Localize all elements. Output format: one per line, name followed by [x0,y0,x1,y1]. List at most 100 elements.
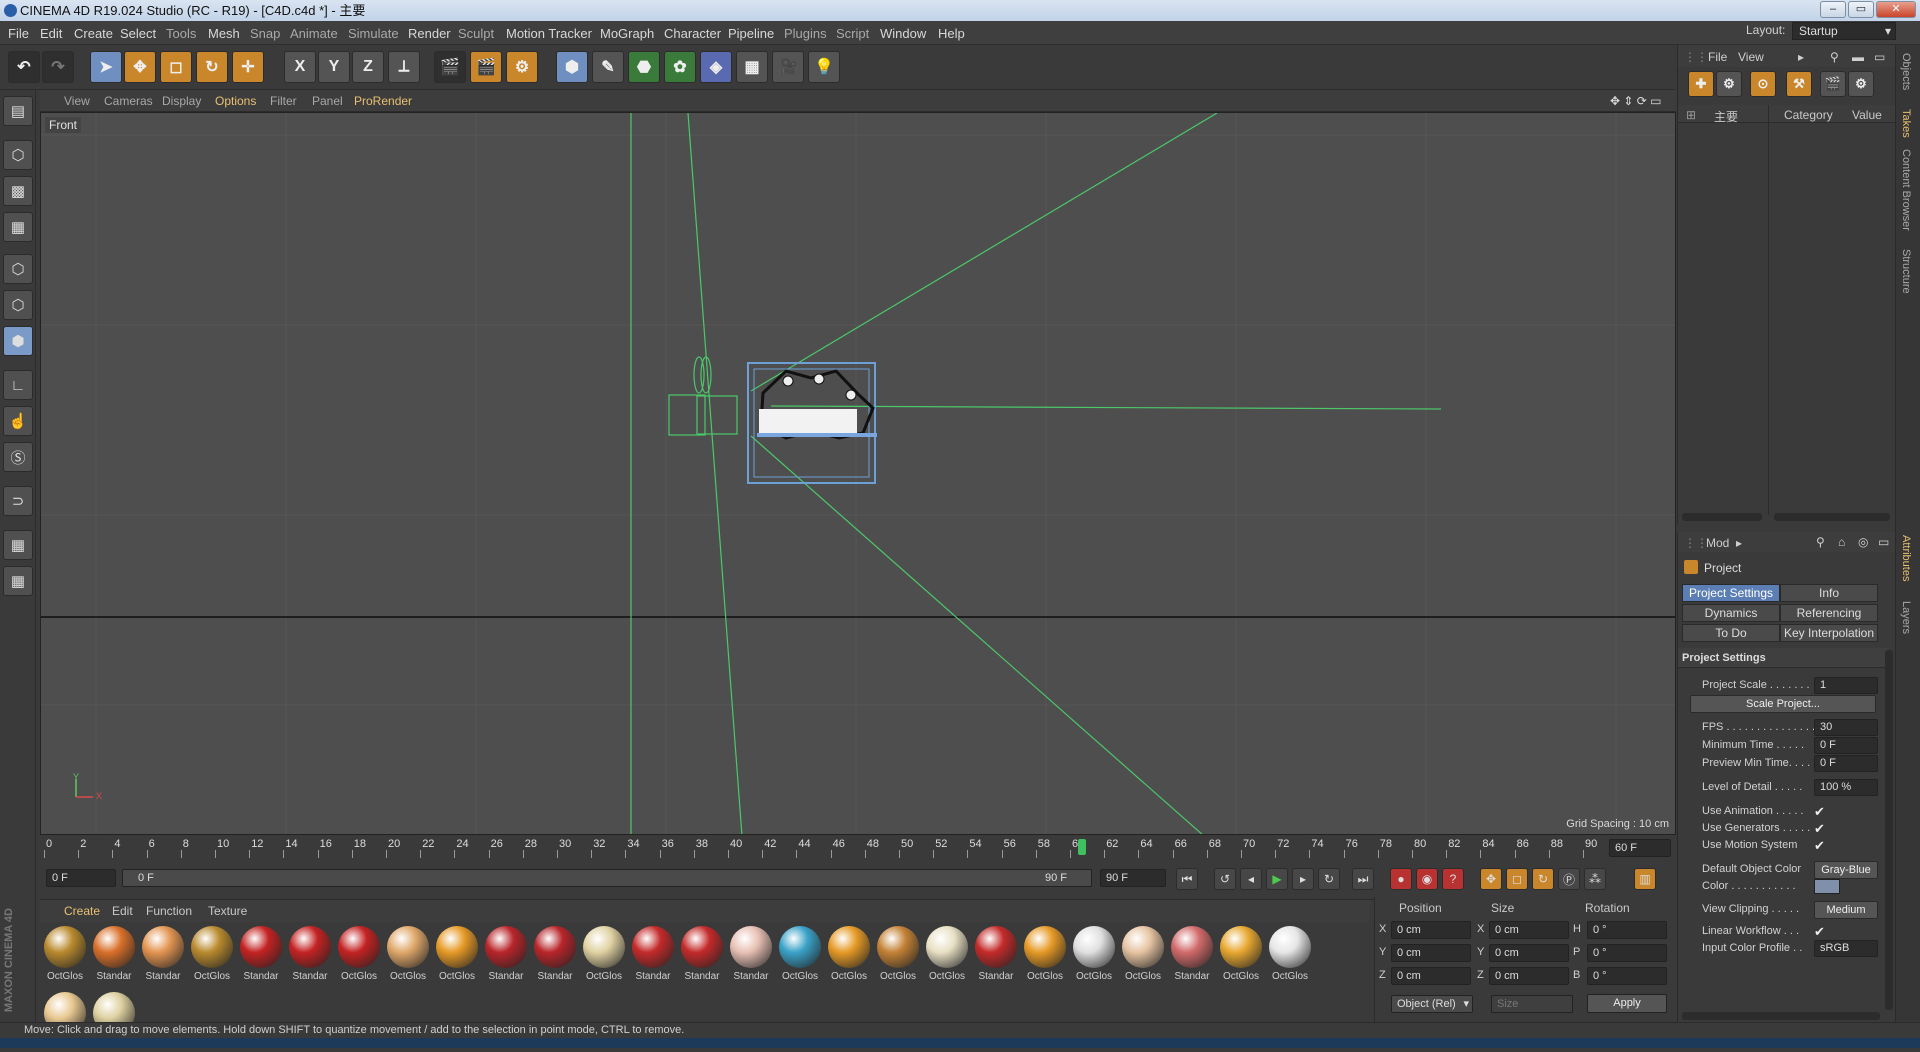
material-item[interactable]: OctGlos [581,926,627,986]
new-manager-icon[interactable]: ▭ [1878,535,1889,549]
menu-select[interactable]: Select [120,26,156,41]
start-frame-field[interactable]: 0 F [46,869,116,887]
take-options-icon[interactable]: ▭ [1874,50,1885,64]
polygons-mode-icon[interactable]: ⬢ [3,326,33,356]
material-item[interactable]: Standar [483,926,529,986]
scale-tool-icon[interactable]: ◻ [160,51,192,83]
material-item[interactable]: Standar [679,926,725,986]
previous-frame-icon[interactable]: ◂ [1240,868,1262,890]
current-frame-field[interactable]: 60 F [1609,839,1671,857]
material-item[interactable]: Standar [728,926,774,986]
menu-mograph[interactable]: MoGraph [600,26,654,41]
material-item[interactable]: Standar [1169,926,1215,986]
light-icon[interactable]: 💡 [808,51,840,83]
size-field[interactable]: 0 cm [1489,967,1569,985]
menu-render[interactable]: Render [408,26,451,41]
close-button[interactable]: ✕ [1876,1,1916,18]
layout-select[interactable]: Startup ▾ [1792,22,1896,40]
move-tool-icon[interactable]: ✥ [124,51,156,83]
move-cross-icon[interactable]: ✛ [232,51,264,83]
clone-take-icon[interactable]: ⚙ [1716,71,1742,97]
tweak-mode-icon[interactable]: ☝ [3,406,33,436]
viewport-menu-options[interactable]: Options [215,94,256,108]
add-take-icon[interactable]: ✚ [1688,71,1714,97]
menu-window[interactable]: Window [880,26,926,41]
target-icon[interactable]: ◎ [1858,535,1868,549]
make-editable-icon[interactable]: ▤ [3,96,33,126]
texture-mode-icon[interactable]: ▩ [3,176,33,206]
play-icon[interactable]: ▶ [1266,868,1288,890]
object-menu-view[interactable]: View [1738,50,1764,64]
playhead[interactable] [1078,839,1086,855]
menu-mesh[interactable]: Mesh [208,26,240,41]
viewport-menu-display[interactable]: Display [162,94,201,108]
maximize-button[interactable]: ▭ [1848,1,1874,18]
property-dropdown[interactable]: Medium [1814,901,1878,919]
expand-icon[interactable]: ⊞ [1686,108,1696,122]
material-item[interactable]: Standar [91,926,137,986]
material-item[interactable]: OctGlos [1022,926,1068,986]
new-take-icon[interactable]: ▬ [1852,50,1864,64]
lock-workplane-icon[interactable]: ▦ [3,530,33,560]
key-pla-icon[interactable]: ⁂ [1584,868,1606,890]
material-item[interactable]: OctGlos [826,926,872,986]
z-axis-lock-button[interactable]: Z [352,51,384,83]
key-parameter-icon[interactable]: Ⓟ [1558,868,1580,890]
model-mode-icon[interactable]: ⬡ [3,140,33,170]
attribute-mode-menu[interactable]: Mod [1706,536,1729,550]
menu-animate[interactable]: Animate [290,26,338,41]
points-mode-icon[interactable]: ⬡ [3,254,33,284]
side-tab-structure[interactable]: Structure [1900,249,1912,294]
cube-primitive-icon[interactable]: ⬢ [556,51,588,83]
property-value-field[interactable]: sRGB [1814,940,1878,957]
render-settings-icon[interactable]: ⚙ [506,51,538,83]
apply-button[interactable]: Apply [1587,994,1667,1013]
search-icon[interactable]: ⚲ [1816,535,1825,549]
material-item[interactable]: Standar [287,926,333,986]
camera-icon[interactable]: 🎥 [772,51,804,83]
material-item[interactable]: OctGlos [924,926,970,986]
position-field[interactable]: 0 cm [1391,967,1471,985]
undo-icon[interactable]: ↶ [8,51,40,83]
take-render-icon[interactable]: 🎬 [1820,71,1846,97]
material-item[interactable]: Standar [532,926,578,986]
workplane-rotate-icon[interactable]: ▦ [3,566,33,596]
menu-character[interactable]: Character [664,26,721,41]
tab-key-interpolation[interactable]: Key Interpolation [1780,624,1878,642]
tab-to-do[interactable]: To Do [1682,624,1780,642]
material-item[interactable]: Standar [973,926,1019,986]
key-position-icon[interactable]: ✥ [1480,868,1502,890]
size-field[interactable]: 0 cm [1489,944,1569,962]
tab-referencing[interactable]: Referencing [1780,604,1878,622]
cloner-icon[interactable]: ✿ [664,51,696,83]
menu-edit[interactable]: Edit [40,26,62,41]
record-active-icon[interactable]: ● [1390,868,1412,890]
autokey-icon[interactable]: ◉ [1416,868,1438,890]
menu-file[interactable]: File [8,26,29,41]
viewport-menu-prorender[interactable]: ProRender [354,94,412,108]
material-item[interactable]: OctGlos [385,926,431,986]
override-icon[interactable]: ⊙ [1750,71,1776,97]
rotation-field[interactable]: 0 ° [1587,921,1667,939]
material-menu-function[interactable]: Function [146,904,192,918]
axis-mode-icon[interactable]: ∟ [3,370,33,400]
render-picture-viewer-icon[interactable]: 🎬 [470,51,502,83]
go-to-start-icon[interactable]: ⏮ [1176,868,1198,890]
material-item[interactable]: OctGlos [189,926,235,986]
property-checkbox[interactable]: ✔ [1814,924,1825,940]
material-item[interactable]: Standar [140,926,186,986]
solo-icon[interactable]: Ⓢ [3,442,33,472]
floor-environment-icon[interactable]: ▦ [736,51,768,83]
next-key-icon[interactable]: ↻ [1318,868,1340,890]
menu-simulate[interactable]: Simulate [348,26,399,41]
property-checkbox[interactable]: ✔ [1814,804,1825,820]
material-item[interactable]: OctGlos [1267,926,1313,986]
scale-project-button[interactable]: Scale Project... [1690,695,1876,713]
render-view-icon[interactable]: 🎬 [434,51,466,83]
subdivision-icon[interactable]: ⬣ [628,51,660,83]
redo-icon[interactable]: ↷ [42,51,74,83]
next-frame-icon[interactable]: ▸ [1292,868,1314,890]
deformer-icon[interactable]: ◈ [700,51,732,83]
material-item[interactable]: OctGlos [42,926,88,986]
viewport-menu-cameras[interactable]: Cameras [104,94,153,108]
